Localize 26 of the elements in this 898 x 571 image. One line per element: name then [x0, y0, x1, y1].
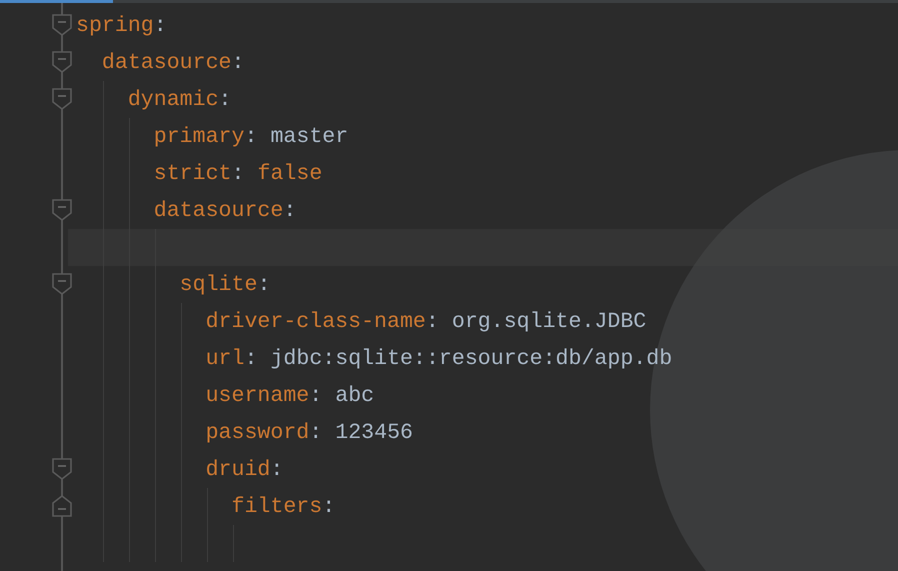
yaml-key: dynamic:: [128, 88, 232, 112]
yaml-key: filters:: [232, 494, 336, 518]
yaml-key: url:: [206, 346, 258, 370]
yaml-key: datasource:: [154, 198, 296, 222]
fold-icon[interactable]: [52, 199, 72, 221]
fold-icon[interactable]: [52, 14, 72, 36]
yaml-key: primary:: [154, 124, 258, 148]
yaml-value: jdbc:sqlite::resource:db/app.db: [270, 346, 672, 370]
yaml-key: password:: [206, 420, 322, 444]
fold-icon[interactable]: [52, 88, 72, 110]
yaml-value: master: [270, 124, 348, 148]
fold-icon[interactable]: [52, 458, 72, 480]
yaml-key: datasource:: [102, 50, 244, 74]
fold-icon[interactable]: [52, 51, 72, 73]
yaml-key: strict:: [154, 162, 244, 186]
yaml-value: abc: [335, 384, 374, 408]
fold-icon[interactable]: [52, 273, 72, 295]
yaml-value: false: [257, 162, 322, 186]
yaml-value: org.sqlite.JDBC: [452, 310, 646, 334]
yaml-value: 123456: [335, 420, 413, 444]
yaml-key: driver-class-name:: [206, 310, 439, 334]
yaml-key: username:: [206, 384, 322, 408]
yaml-key: spring:: [76, 14, 167, 38]
fold-icon[interactable]: [52, 495, 72, 517]
yaml-key: sqlite:: [180, 272, 270, 296]
yaml-key: druid:: [206, 458, 284, 482]
